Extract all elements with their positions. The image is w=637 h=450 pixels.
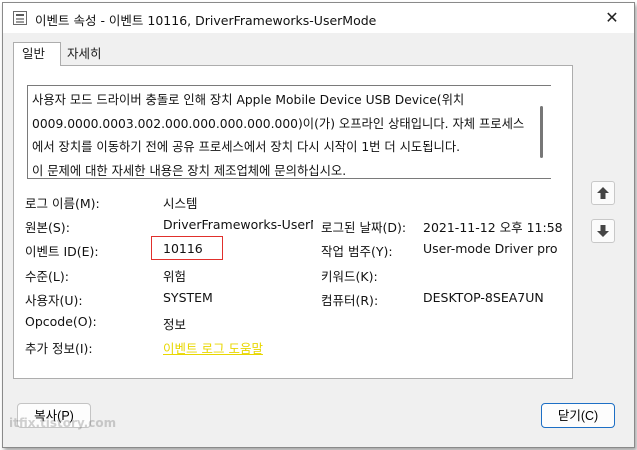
- event-properties-window: 이벤트 속성 - 이벤트 10116, DriverFrameworks-Use…: [2, 2, 635, 448]
- event-log-help-link[interactable]: 이벤트 로그 도움말: [163, 338, 263, 357]
- keywords-label: 키워드(K):: [321, 269, 378, 284]
- log-name-label: 로그 이름(M):: [25, 196, 100, 211]
- window-title: 이벤트 속성 - 이벤트 10116, DriverFrameworks-Use…: [35, 13, 377, 28]
- title-bar[interactable]: 이벤트 속성 - 이벤트 10116, DriverFrameworks-Use…: [3, 3, 634, 33]
- source-value[interactable]: DriverFrameworks-UserMode: [163, 217, 313, 232]
- opcode-label: Opcode(O):: [25, 314, 97, 329]
- tab-general[interactable]: 일반: [13, 42, 61, 66]
- level-label: 수준(L):: [25, 269, 69, 284]
- event-description-box[interactable]: 사용자 모드 드라이버 충돌로 인해 장치 Apple Mobile Devic…: [27, 85, 551, 179]
- computer-label: 컴퓨터(R):: [321, 293, 379, 308]
- event-viewer-app-icon: [13, 11, 27, 25]
- event-id-highlight-box: [151, 236, 223, 260]
- task-category-label: 작업 범주(Y):: [321, 244, 393, 259]
- logged-date-label: 로그된 날짜(D):: [321, 220, 407, 235]
- description-line: 0009.0000.0003.002.000.000.000.000.000)이…: [32, 116, 525, 131]
- close-button[interactable]: 닫기(C): [541, 403, 615, 428]
- event-description-text: 사용자 모드 드라이버 충돌로 인해 장치 Apple Mobile Devic…: [32, 89, 542, 178]
- description-line: 사용자 모드 드라이버 충돌로 인해 장치 Apple Mobile Devic…: [32, 93, 465, 107]
- more-info-label: 추가 정보(I):: [25, 341, 93, 356]
- close-window-button[interactable]: ✕: [602, 8, 622, 28]
- user-label: 사용자(U):: [25, 293, 83, 308]
- description-line: 이 문제에 대한 자세한 내용은 장치 제조업체에 문의하십시오.: [32, 163, 347, 178]
- arrow-down-icon: [597, 225, 609, 237]
- previous-event-button[interactable]: [591, 181, 615, 205]
- watermark-text: itfix.tistory.com: [9, 416, 117, 430]
- log-name-value: 시스템: [163, 196, 198, 211]
- event-id-label: 이벤트 ID(E):: [25, 244, 99, 259]
- description-line: 에서 장치를 이동하기 전에 공유 프로세스에서 장치 다시 시작이 1번 더 …: [32, 140, 461, 154]
- next-event-button[interactable]: [591, 219, 615, 243]
- tab-details[interactable]: 자세히: [61, 43, 117, 65]
- description-scrollbar[interactable]: [540, 106, 543, 158]
- level-value[interactable]: 위험: [163, 266, 186, 285]
- logged-date-value[interactable]: 2021-11-12 오후 11:58: [423, 217, 563, 236]
- computer-value[interactable]: DESKTOP-8SEA7UN: [423, 290, 544, 305]
- source-label: 원본(S):: [25, 220, 70, 235]
- opcode-value[interactable]: 정보: [163, 314, 186, 333]
- user-value[interactable]: SYSTEM: [163, 290, 213, 305]
- arrow-up-icon: [597, 187, 609, 199]
- task-category-value[interactable]: User-mode Driver problems: [423, 241, 557, 256]
